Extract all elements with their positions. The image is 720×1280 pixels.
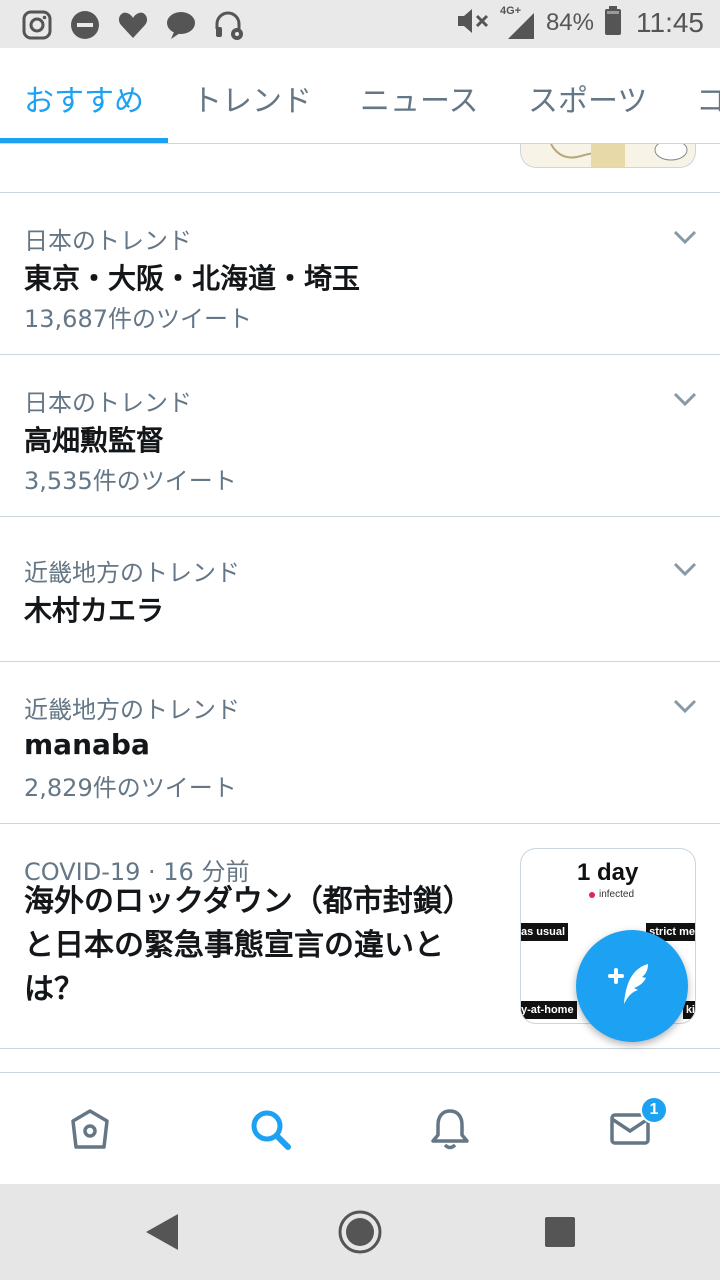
chevron-down-icon[interactable] (672, 559, 698, 579)
status-bar-system: 4G+ 84% 11:45 (456, 5, 704, 40)
trend-context: 日本のトレンド (24, 389, 192, 417)
thumb-left-label: as usual (521, 923, 569, 941)
compose-feather-icon (604, 956, 660, 1016)
explore-tabs: おすすめ トレンド ニュース スポーツ コ (0, 48, 720, 144)
trend-tweet-count: 13,687件のツイート (24, 305, 252, 333)
trend-title: 木村カエラ (24, 594, 165, 627)
back-icon[interactable] (138, 1208, 186, 1256)
trend-item[interactable]: 近畿地方のトレンド 木村カエラ (0, 517, 720, 661)
chat-bubble-icon (164, 8, 198, 42)
thumb-bottom-left-label: y-at-home (521, 1001, 577, 1019)
news-title: 海外のロックダウン（都市封鎖）と日本の緊急事態宣言の違いとは？ (24, 884, 473, 1007)
instagram-icon (20, 8, 54, 42)
battery-icon (604, 6, 622, 40)
notifications-icon[interactable] (426, 1105, 474, 1153)
signal-icon: 4G+ (500, 5, 536, 39)
trend-tweet-count: 3,535件のツイート (24, 467, 237, 495)
trend-item[interactable]: 日本のトレンド 高畑勲監督 3,535件のツイート (0, 355, 720, 516)
trend-context: 近畿地方のトレンド (24, 559, 240, 587)
clock: 11:45 (636, 7, 704, 38)
home-icon[interactable] (66, 1105, 114, 1153)
thumb-dot (589, 892, 595, 898)
tab-sports[interactable]: スポーツ (528, 76, 647, 120)
divider (0, 1048, 720, 1049)
battery-percent: 84% (545, 9, 594, 36)
tab-entertainment[interactable]: コ (696, 76, 720, 120)
trend-context: 近畿地方のトレンド (24, 696, 240, 724)
trend-context: 日本のトレンド (24, 227, 192, 255)
mute-icon (456, 6, 490, 40)
chevron-down-icon[interactable] (672, 227, 698, 247)
trend-tweet-count: 2,829件のツイート (24, 774, 237, 802)
trend-title: manaba (24, 728, 150, 761)
trend-title: 高畑勲監督 (24, 424, 165, 457)
thumb-heading: 1 day (577, 859, 639, 886)
chevron-down-icon[interactable] (672, 696, 698, 716)
bottom-navigation (0, 1072, 720, 1184)
trend-item[interactable]: 近畿地方のトレンド manaba 2,829件のツイート (0, 662, 720, 823)
system-navigation-bar (0, 1184, 720, 1280)
recents-icon[interactable] (536, 1208, 584, 1256)
search-icon[interactable] (246, 1105, 294, 1153)
status-bar-notifications (20, 8, 246, 42)
home-button-icon[interactable] (336, 1208, 384, 1256)
heart-icon (116, 8, 150, 42)
status-bar: 4G+ 84% 11:45 (0, 0, 720, 48)
headset-settings-icon (212, 8, 246, 42)
do-not-disturb-icon (68, 8, 102, 42)
trend-title: 東京・大阪・北海道・埼玉 (24, 262, 361, 295)
tab-recommended[interactable]: おすすめ (24, 76, 144, 120)
compose-tweet-button[interactable] (576, 930, 688, 1042)
previous-item-thumbnail[interactable] (520, 144, 696, 168)
messages-badge: 1 (640, 1096, 668, 1124)
active-tab-indicator (0, 138, 168, 143)
thumb-sub: infected (599, 889, 635, 900)
chevron-down-icon[interactable] (672, 389, 698, 409)
trend-item[interactable]: 日本のトレンド 東京・大阪・北海道・埼玉 13,687件のツイート (0, 193, 720, 354)
tab-news[interactable]: ニュース (360, 76, 479, 120)
tab-trends[interactable]: トレンド (192, 76, 312, 120)
